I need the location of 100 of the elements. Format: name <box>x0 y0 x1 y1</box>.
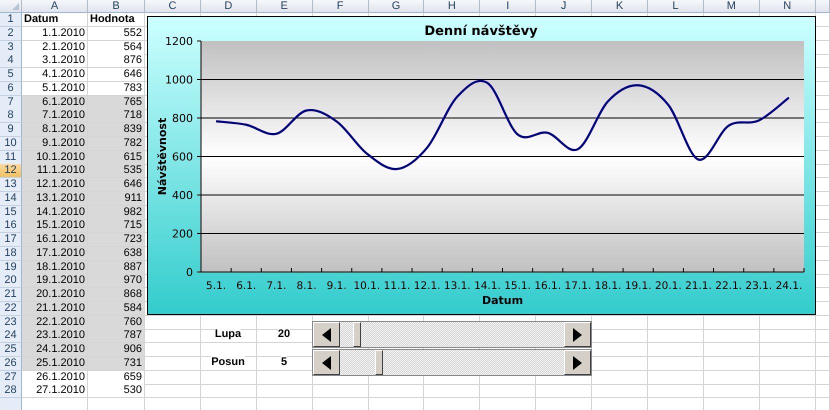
row-header[interactable]: 3 <box>0 40 22 54</box>
row-header[interactable]: 2 <box>0 26 22 41</box>
row-header[interactable]: 9 <box>0 123 22 137</box>
column-header[interactable]: D <box>200 0 257 13</box>
column-header[interactable]: F <box>312 0 369 13</box>
column-title-cell: Hodnota <box>88 13 145 27</box>
row-header[interactable]: 5 <box>0 68 22 82</box>
table-cell: 552 <box>88 26 145 41</box>
table-cell: 24.1.2010 <box>22 343 88 357</box>
column-header[interactable]: E <box>256 0 313 13</box>
x-tick-label: 23.1. <box>745 280 772 292</box>
empty-cell <box>816 329 830 344</box>
scroll-left-button[interactable] <box>313 322 340 347</box>
column-header[interactable]: N <box>760 0 816 13</box>
row-header[interactable]: 19 <box>0 260 22 274</box>
x-tick-label: 10.1. <box>353 280 380 292</box>
row-header[interactable]: 6 <box>0 82 22 96</box>
column-header[interactable]: H <box>424 0 480 13</box>
column-title-cell: Datum <box>22 13 88 27</box>
row-header[interactable]: 28 <box>0 384 22 398</box>
row-header[interactable]: 27 <box>0 370 22 384</box>
y-tick-label: 1200 <box>165 35 193 48</box>
x-tick-label: 19.1. <box>624 280 652 292</box>
table-cell: 731 <box>88 356 145 371</box>
column-header[interactable]: G <box>368 0 424 13</box>
empty-cell <box>592 329 648 344</box>
table-cell: 9.1.2010 <box>22 136 88 151</box>
table-cell: 765 <box>88 96 145 110</box>
x-tick-label: 18.1. <box>594 280 622 292</box>
empty-cell <box>648 384 704 398</box>
row-header[interactable]: 13 <box>0 178 22 192</box>
table-cell: 646 <box>88 178 145 192</box>
row-header[interactable]: 25 <box>0 343 22 357</box>
empty-cell <box>592 343 648 357</box>
scrollbar[interactable] <box>312 349 592 376</box>
x-tick-label: 6.1. <box>236 280 256 292</box>
row-header[interactable]: 8 <box>0 109 22 124</box>
column-header[interactable]: L <box>648 0 704 13</box>
row-header[interactable]: 1 <box>0 13 22 27</box>
y-axis-title: Návštěvnost <box>156 118 169 196</box>
column-header[interactable]: C <box>145 0 201 13</box>
row-header[interactable]: 12 <box>0 164 22 178</box>
scrollbar-thumb[interactable] <box>352 322 361 347</box>
table-cell: 10.1.2010 <box>22 150 88 164</box>
table-cell: 868 <box>88 288 145 302</box>
row-header[interactable]: 24 <box>0 329 22 344</box>
scrollbar-thumb[interactable] <box>374 350 383 375</box>
x-tick-label: 12.1. <box>414 280 440 292</box>
row-header[interactable]: 7 <box>0 96 22 110</box>
empty-cell <box>200 384 257 398</box>
scroll-right-button[interactable] <box>564 322 591 347</box>
row-header[interactable]: 20 <box>0 274 22 288</box>
empty-cell <box>816 356 830 371</box>
empty-cell <box>648 343 704 357</box>
empty-cell <box>704 384 760 398</box>
control-label: Lupa <box>214 328 242 341</box>
table-cell: 7.1.2010 <box>22 109 88 124</box>
row-header[interactable]: 14 <box>0 192 22 206</box>
empty-cell <box>816 343 830 357</box>
table-cell: 646 <box>88 68 145 82</box>
x-tick-label: 22.1. <box>715 280 742 292</box>
scroll-right-button[interactable] <box>564 350 591 375</box>
empty-cell <box>704 343 760 357</box>
row-header[interactable]: 26 <box>0 356 22 371</box>
table-cell: 876 <box>88 54 145 68</box>
row-header[interactable]: 21 <box>0 288 22 302</box>
column-header[interactable]: K <box>592 0 648 13</box>
row-header[interactable]: 18 <box>0 246 22 261</box>
scroll-left-button[interactable] <box>313 350 340 375</box>
empty-cell <box>200 370 257 384</box>
table-cell: 970 <box>88 274 145 288</box>
column-header[interactable]: M <box>704 0 760 13</box>
x-tick-label: 15.1. <box>504 280 531 292</box>
empty-cell <box>592 356 648 371</box>
chart-title: Denní návštěvy <box>424 24 538 39</box>
empty-cell <box>760 356 816 371</box>
empty-cell <box>816 316 830 330</box>
table-cell: 906 <box>88 343 145 357</box>
table-cell: 16.1.2010 <box>22 233 88 247</box>
row-header[interactable]: 17 <box>0 233 22 247</box>
row-header[interactable]: 10 <box>0 136 22 151</box>
x-tick-label: 13.1. <box>444 280 471 292</box>
x-tick-label: 17.1. <box>564 280 592 292</box>
scrollbar[interactable] <box>312 321 592 348</box>
row-header[interactable]: 23 <box>0 316 22 330</box>
table-cell: 21.1.2010 <box>22 302 88 316</box>
column-header[interactable]: J <box>536 0 592 13</box>
row-header[interactable]: 15 <box>0 206 22 220</box>
row-header[interactable]: 4 <box>0 54 22 68</box>
row-header[interactable]: 16 <box>0 219 22 234</box>
column-header[interactable]: I <box>480 0 536 13</box>
table-cell: 760 <box>88 316 145 330</box>
empty-cell <box>480 384 536 398</box>
table-cell: 718 <box>88 109 145 124</box>
row-header[interactable]: 22 <box>0 302 22 316</box>
empty-cell <box>592 370 648 384</box>
x-axis-title: Datum <box>482 294 524 307</box>
empty-cell <box>648 356 704 371</box>
row-header[interactable]: 11 <box>0 150 22 164</box>
table-cell: 1.1.2010 <box>22 26 88 41</box>
